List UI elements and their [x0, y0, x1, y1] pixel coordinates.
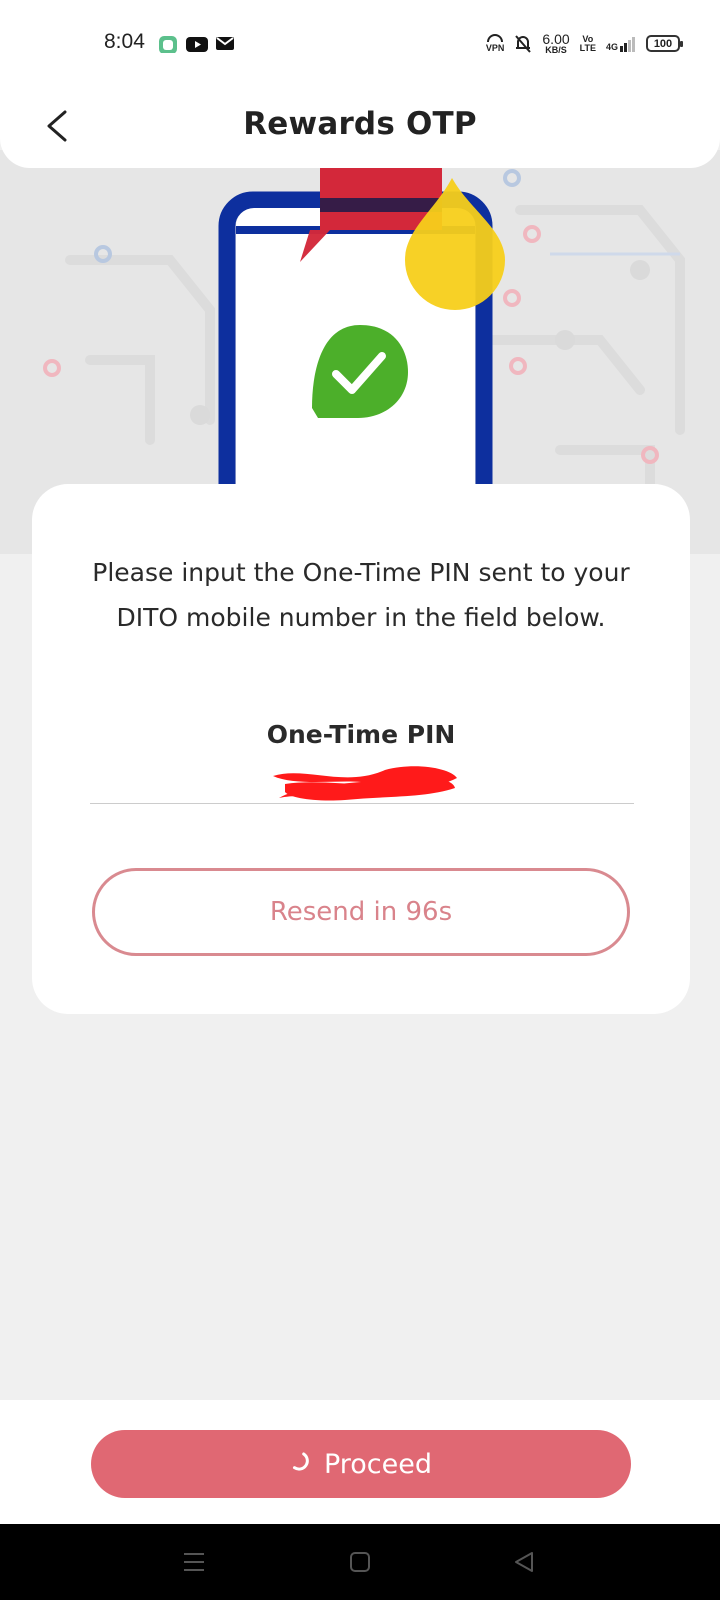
vpn-icon: VPN: [485, 34, 505, 53]
otp-instructions: Please input the One-Time PIN sent to yo…: [92, 558, 630, 632]
loading-spinner-icon: [286, 1448, 312, 1480]
proceed-button[interactable]: Proceed: [91, 1430, 631, 1498]
bell-muted-icon: [515, 34, 532, 53]
triangle-back-icon: [515, 1552, 533, 1572]
home-square-icon: [350, 1552, 370, 1572]
battery-level: 100: [653, 37, 673, 50]
app-notification-icon: [159, 36, 177, 53]
volte-bottom: LTE: [579, 42, 596, 53]
app-header: Rewards OTP: [0, 84, 720, 168]
pin-label: One-Time PIN: [266, 720, 456, 749]
vpn-label: VPN: [485, 43, 505, 53]
volte-icon: Vo LTE: [579, 34, 596, 53]
speed-unit: KB/S: [545, 45, 567, 55]
network-4g-icon: 4G: [606, 36, 636, 52]
bottom-action-bar: Proceed: [0, 1400, 720, 1524]
menu-icon: [184, 1553, 204, 1571]
recent-apps-button[interactable]: [176, 1544, 212, 1580]
status-icons: VPN 6.00 KB/S Vo LTE 4G 100: [485, 32, 683, 55]
system-nav-bar: [0, 1524, 720, 1600]
redaction-scribble: [273, 766, 457, 801]
network-label: 4G: [605, 41, 618, 52]
signal-icon: [620, 36, 635, 52]
network-speed: 6.00 KB/S: [542, 32, 569, 55]
resend-button[interactable]: Resend in 96s: [92, 868, 630, 956]
mail-icon: [216, 37, 234, 50]
battery-icon: 100: [646, 35, 683, 52]
home-button[interactable]: [342, 1544, 378, 1580]
otp-card: Please input the One-Time PIN sent to yo…: [32, 484, 690, 1014]
proceed-label: Proceed: [323, 1448, 433, 1480]
status-bar: 8:04 VPN 6.00 KB/S Vo LTE 4G 100: [0, 0, 720, 90]
system-back-button[interactable]: [506, 1544, 542, 1580]
status-time: 8:04: [104, 30, 145, 53]
speed-value: 6.00: [542, 31, 570, 47]
page-title: Rewards OTP: [243, 106, 477, 142]
otp-input[interactable]: [90, 756, 634, 804]
resend-label: Resend in 96s: [269, 897, 453, 927]
youtube-icon: [186, 37, 208, 52]
